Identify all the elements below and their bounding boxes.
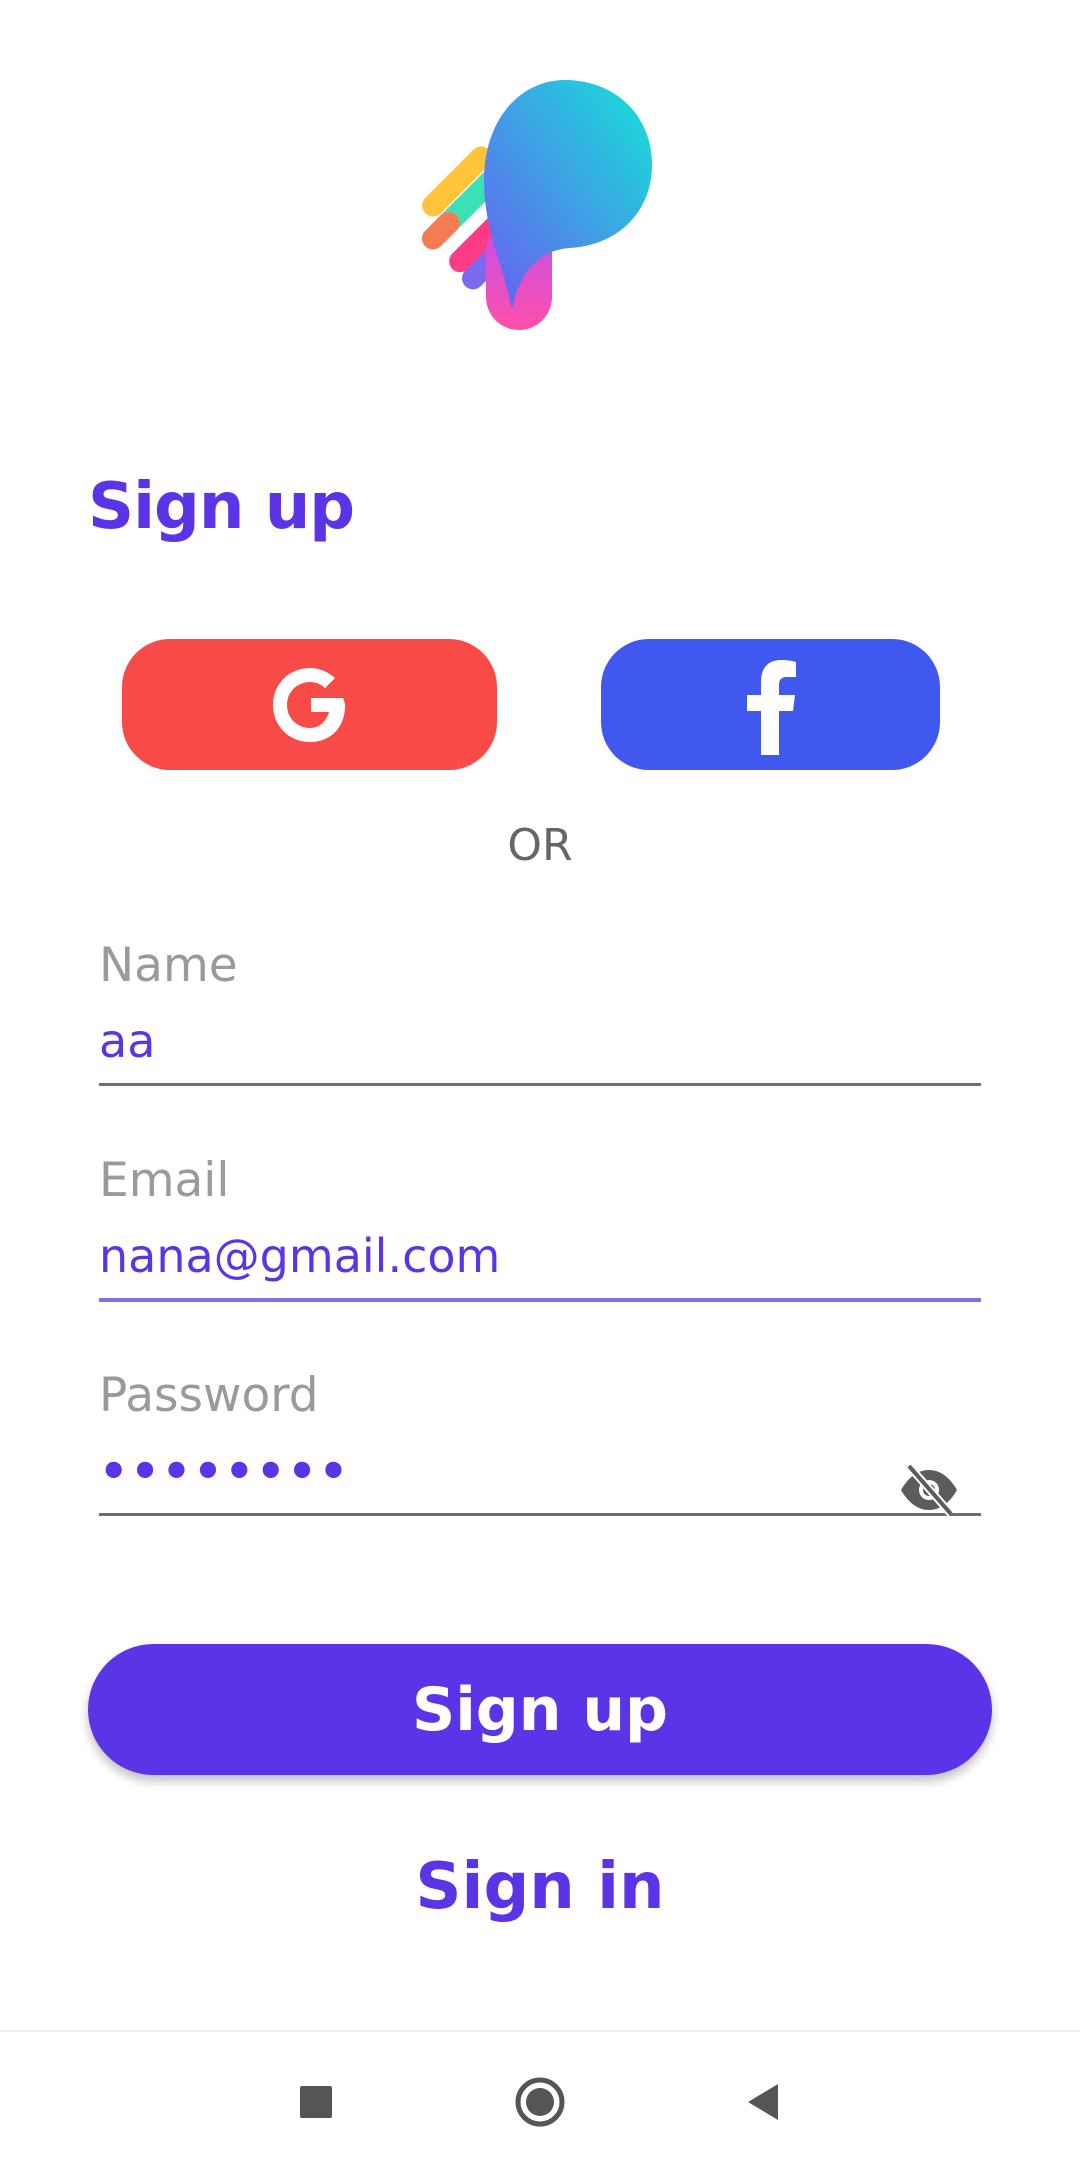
name-input[interactable]: aa [99,1011,981,1071]
facebook-icon [746,659,796,755]
email-field[interactable]: Email nana@gmail.com [99,1153,981,1302]
home-icon[interactable] [510,2072,570,2132]
or-divider: OR [507,820,573,871]
password-underline [99,1513,981,1516]
page-title: Sign up [88,470,355,544]
password-field[interactable]: Password •••••••• [99,1368,981,1517]
signup-button[interactable]: Sign up [88,1644,992,1775]
google-signup-button[interactable] [122,639,497,770]
name-label: Name [99,938,238,993]
email-label: Email [99,1153,230,1208]
name-underline [99,1083,981,1086]
google-icon [272,667,345,742]
email-underline [99,1298,981,1302]
back-icon[interactable] [734,2072,794,2132]
eye-off-icon[interactable] [897,1458,961,1522]
app-logo [420,70,660,340]
recent-apps-icon[interactable] [286,2072,346,2132]
email-input[interactable]: nana@gmail.com [99,1226,981,1286]
signin-link[interactable]: Sign in [0,1850,1080,1924]
system-navigation-bar [0,2030,1080,2162]
password-label: Password [99,1368,319,1423]
name-field[interactable]: Name aa [99,938,981,1086]
password-input[interactable]: •••••••• [99,1441,981,1501]
facebook-signup-button[interactable] [601,639,940,770]
